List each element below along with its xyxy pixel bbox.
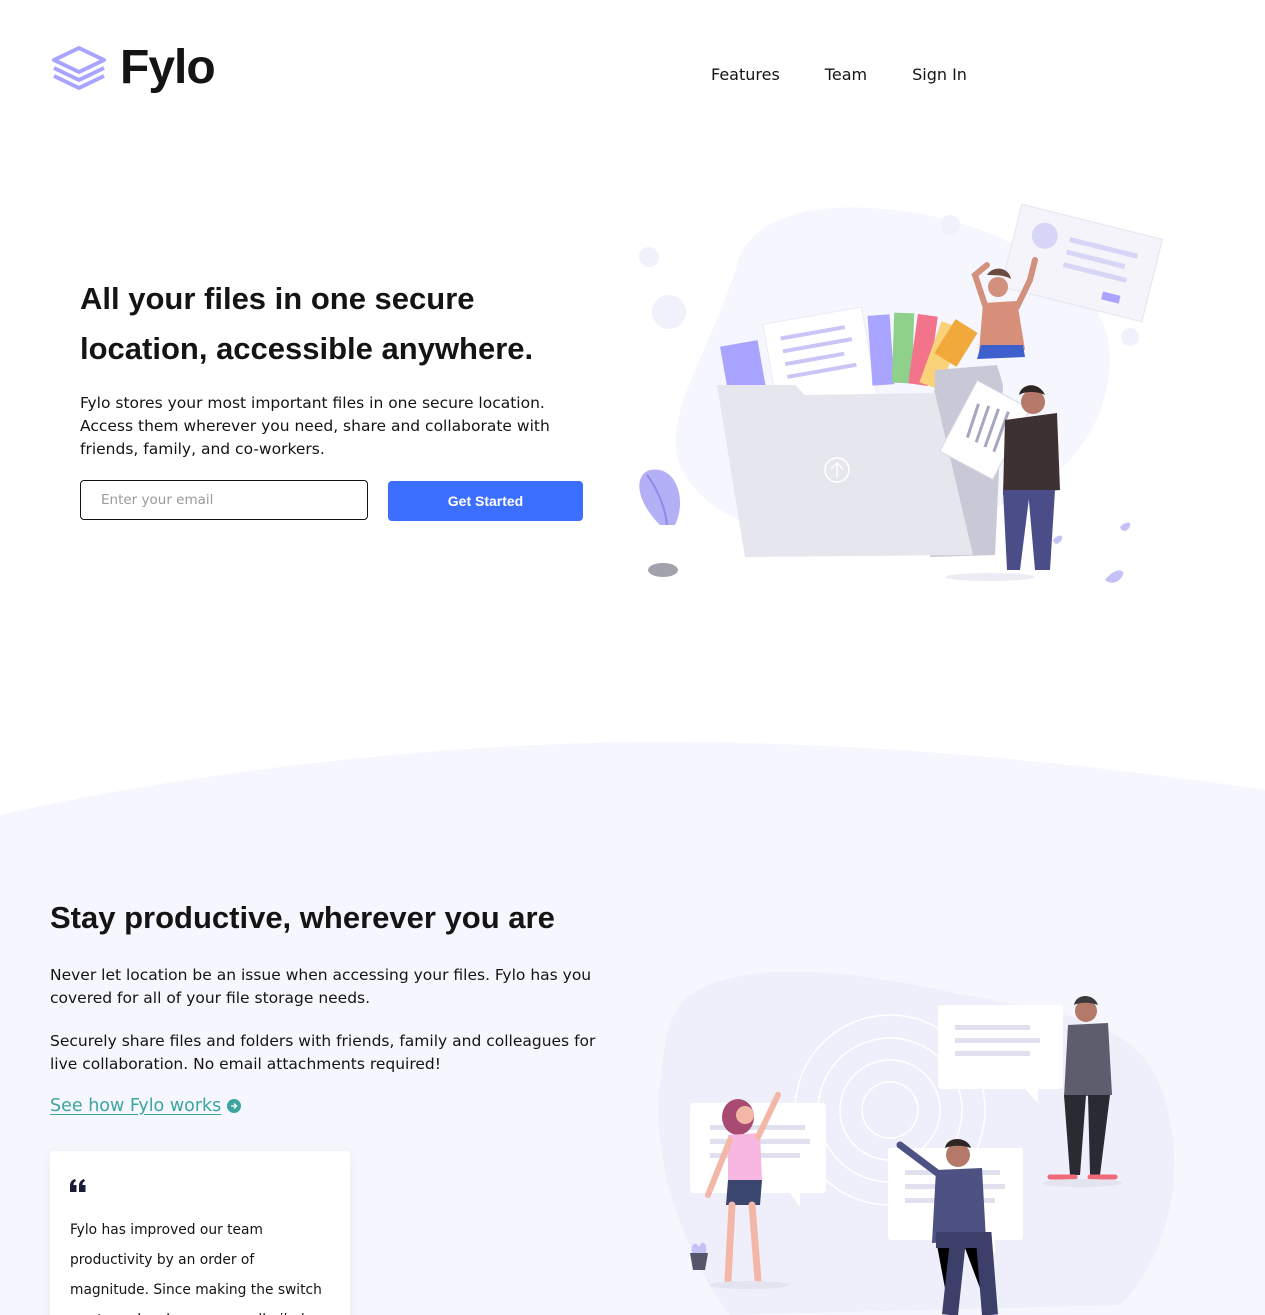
productive-title: Stay productive, wherever you are [50, 900, 555, 935]
hero-description: Fylo stores your most important files in… [80, 394, 550, 458]
brand-name: Fylo [120, 41, 216, 94]
quote-icon [70, 1179, 86, 1192]
logo[interactable]: Fylo [50, 41, 216, 94]
see-how-link-label: See how Fylo works [50, 1096, 222, 1116]
testimonial-card: Fylo has improved our team productivity … [50, 1151, 350, 1315]
nav-features[interactable]: Features [711, 65, 780, 84]
section-wave [0, 742, 1265, 850]
nav-team[interactable]: Team [825, 65, 867, 84]
main-nav: Features Team Sign In [711, 65, 967, 84]
productive-paragraph-2: Securely share files and folders with fr… [50, 1032, 596, 1073]
logo-icon [52, 46, 106, 90]
productive-paragraph-1: Never let location be an issue when acce… [50, 966, 592, 1007]
get-started-button[interactable]: Get Started [388, 481, 583, 521]
see-how-link[interactable]: See how Fylo works [50, 1096, 242, 1116]
nav-sign-in[interactable]: Sign In [912, 65, 967, 84]
testimonial-text: Fylo has improved our team productivity … [70, 1222, 322, 1315]
email-input[interactable] [80, 480, 368, 520]
productive-illustration [658, 971, 1175, 1315]
arrow-right-icon [227, 1099, 242, 1113]
hero-illustration [639, 203, 1164, 583]
hero-title: All your files in one secure location, a… [80, 281, 534, 366]
